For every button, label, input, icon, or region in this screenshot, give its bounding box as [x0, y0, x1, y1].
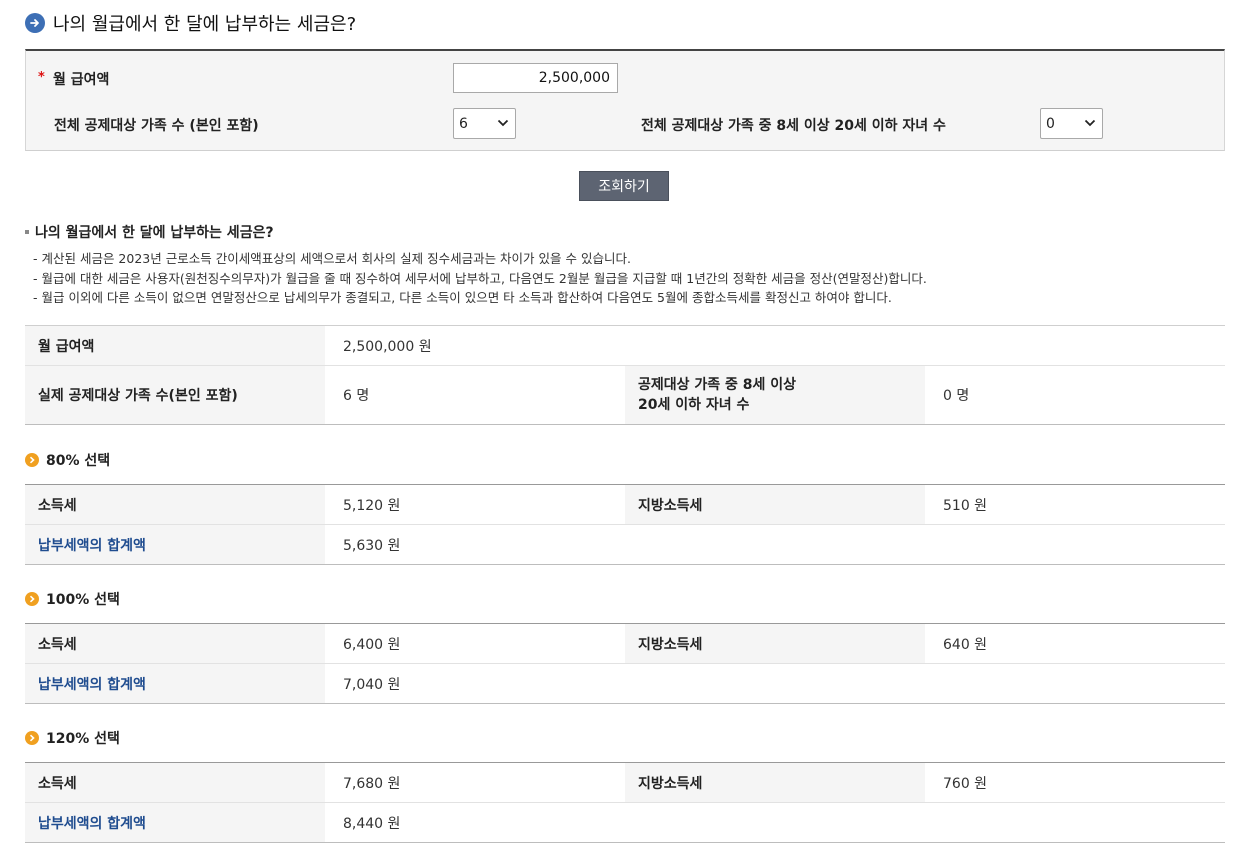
info-table: 월 급여액 2,500,000 원 실제 공제대상 가족 수(본인 포함) 6 … — [25, 325, 1225, 425]
local-tax-label: 지방소득세 — [625, 762, 925, 803]
income-tax-value: 5,120 원 — [343, 497, 401, 514]
orange-arrow-icon — [25, 453, 39, 467]
result-title: 나의 월급에서 한 달에 납부하는 세금은? — [25, 222, 274, 242]
children-count-select[interactable]: 0 — [1040, 108, 1103, 139]
children-count-value: 0 — [1046, 115, 1055, 132]
orange-arrow-icon — [25, 592, 39, 606]
table-row: 소득세 6,400 원 지방소득세 640 원 — [25, 623, 1225, 664]
section-title: 80% 선택 — [46, 453, 111, 469]
income-tax-value: 7,680 원 — [343, 775, 401, 792]
chevron-down-icon — [497, 119, 509, 127]
salary-input[interactable] — [453, 63, 618, 93]
section-80-heading: 80% 선택 — [25, 450, 110, 470]
table-row: 소득세 5,120 원 지방소득세 510 원 — [25, 484, 1225, 525]
info-children-label-line1: 공제대상 가족 중 8세 이상 — [638, 377, 797, 393]
table-row: 납부세액의 합계액 7,040 원 — [25, 663, 1225, 704]
info-family-value: 6 명 — [343, 388, 370, 404]
section-120-table: 소득세 7,680 원 지방소득세 760 원 납부세액의 합계액 8,440 … — [25, 762, 1225, 843]
info-salary-label: 월 급여액 — [25, 325, 325, 366]
arrow-right-icon — [25, 13, 45, 33]
children-count-label: 전체 공제대상 가족 중 8세 이상 20세 이하 자녀 수 — [641, 118, 946, 134]
income-tax-label: 소득세 — [25, 623, 325, 664]
note-item: - 월급 이외에 다른 소득이 없으면 연말정산으로 납세의무가 종결되고, 다… — [33, 290, 892, 305]
total-tax-label: 납부세액의 합계액 — [25, 524, 325, 565]
table-row: 납부세액의 합계액 8,440 원 — [25, 802, 1225, 843]
income-tax-label: 소득세 — [25, 762, 325, 803]
total-tax-label: 납부세액의 합계액 — [25, 802, 325, 843]
local-tax-label: 지방소득세 — [625, 484, 925, 525]
local-tax-value: 760 원 — [943, 775, 988, 792]
local-tax-value: 510 원 — [943, 497, 988, 514]
family-count-select[interactable]: 6 — [453, 108, 516, 139]
section-100-table: 소득세 6,400 원 지방소득세 640 원 납부세액의 합계액 7,040 … — [25, 623, 1225, 704]
square-bullet-icon — [25, 230, 29, 234]
chevron-down-icon — [1084, 119, 1096, 127]
family-count-value: 6 — [459, 115, 468, 132]
section-title: 100% 선택 — [46, 592, 120, 608]
salary-label: 월 급여액 — [53, 72, 110, 88]
info-children-value: 0 명 — [943, 388, 970, 404]
page-header: 나의 월급에서 한 달에 납부하는 세금은? — [25, 10, 356, 36]
orange-arrow-icon — [25, 731, 39, 745]
note-item: - 월급에 대한 세금은 사용자(원천징수의무자)가 월급을 줄 때 징수하여 … — [33, 270, 927, 286]
info-children-label-line2: 20세 이하 자녀 수 — [638, 397, 750, 413]
local-tax-label: 지방소득세 — [625, 623, 925, 664]
required-star-icon: * — [38, 70, 45, 85]
info-children-label: 공제대상 가족 중 8세 이상 20세 이하 자녀 수 — [625, 365, 925, 425]
total-tax-value: 7,040 원 — [343, 676, 401, 693]
table-row: 납부세액의 합계액 5,630 원 — [25, 524, 1225, 565]
section-120-heading: 120% 선택 — [25, 728, 120, 748]
page-title: 나의 월급에서 한 달에 납부하는 세금은? — [53, 14, 357, 35]
table-row: 소득세 7,680 원 지방소득세 760 원 — [25, 762, 1225, 803]
table-row: 실제 공제대상 가족 수(본인 포함) 6 명 공제대상 가족 중 8세 이상 … — [25, 365, 1225, 425]
notes-list: - 계산된 세금은 2023년 근로소득 간이세액표상의 세액으로서 회사의 실… — [33, 249, 927, 308]
input-form: * 월 급여액 전체 공제대상 가족 수 (본인 포함) 6 전체 공제대상 가… — [25, 49, 1225, 151]
total-tax-value: 5,630 원 — [343, 537, 401, 554]
table-row: 월 급여액 2,500,000 원 — [25, 325, 1225, 366]
info-family-label: 실제 공제대상 가족 수(본인 포함) — [25, 365, 325, 425]
total-tax-label: 납부세액의 합계액 — [25, 663, 325, 704]
result-title-text: 나의 월급에서 한 달에 납부하는 세금은? — [35, 225, 274, 241]
income-tax-value: 6,400 원 — [343, 636, 401, 653]
section-title: 120% 선택 — [46, 731, 120, 747]
note-item: - 계산된 세금은 2023년 근로소득 간이세액표상의 세액으로서 회사의 실… — [33, 251, 631, 266]
total-tax-value: 8,440 원 — [343, 815, 401, 832]
income-tax-label: 소득세 — [25, 484, 325, 525]
local-tax-value: 640 원 — [943, 636, 988, 653]
section-80-table: 소득세 5,120 원 지방소득세 510 원 납부세액의 합계액 5,630 … — [25, 484, 1225, 565]
query-button[interactable]: 조회하기 — [579, 171, 669, 201]
info-salary-value: 2,500,000 원 — [343, 338, 432, 355]
section-100-heading: 100% 선택 — [25, 589, 120, 609]
family-count-label: 전체 공제대상 가족 수 (본인 포함) — [54, 118, 259, 134]
